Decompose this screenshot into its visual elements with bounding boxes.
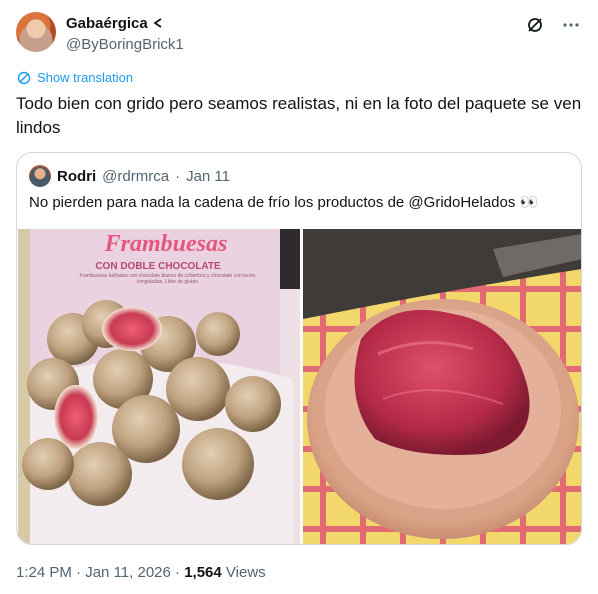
tweet-footer: 1:24 PM · Jan 11, 2026 · 1,564 Views xyxy=(16,564,266,581)
quoted-author-avatar[interactable] xyxy=(29,165,51,187)
author-avatar[interactable] xyxy=(16,12,56,52)
package-description: Frambuesas bañadas con chocolate blanco … xyxy=(79,273,257,285)
package-title: Frambuesas xyxy=(104,231,228,257)
author-handle[interactable]: @ByBoringBrick1 xyxy=(66,35,184,54)
tweet-date[interactable]: Jan 11, 2026 xyxy=(85,564,171,581)
tweet-text: Todo bien con grido pero seamos realista… xyxy=(16,94,582,137)
package-subtitle: CON DOBLE CHOCOLATE xyxy=(95,261,221,272)
quoted-tweet[interactable]: Rodri @rdrmrca · Jan 11 No pierden para … xyxy=(16,152,582,545)
author-display-name[interactable]: Gabaérgica xyxy=(66,14,184,33)
melted-product-photo[interactable] xyxy=(303,229,581,544)
quoted-tweet-header: Rodri @rdrmrca · Jan 11 xyxy=(29,165,230,187)
footer-sep-2: · xyxy=(175,564,181,581)
package-photo[interactable]: Frambuesas CON DOBLE CHOCOLATE Frambuesa… xyxy=(18,229,300,544)
show-translation-label: Show translation xyxy=(37,70,134,85)
views-count: 1,564 xyxy=(184,564,222,581)
quoted-author-handle[interactable]: @rdrmrca xyxy=(102,168,169,185)
signal-icon xyxy=(153,18,162,28)
footer-sep: · xyxy=(76,564,82,581)
quoted-tweet-date[interactable]: Jan 11 xyxy=(186,168,230,185)
quoted-tweet-text: No pierden para nada la cadena de frío l… xyxy=(29,194,539,211)
views-label: Views xyxy=(225,564,266,581)
show-translation-link[interactable]: Show translation xyxy=(17,70,133,85)
translate-globe-icon xyxy=(17,71,31,84)
meta-separator: · xyxy=(175,167,181,185)
author-info: Gabaérgica @ByBoringBrick1 xyxy=(66,14,184,54)
tweet-time[interactable]: 1:24 PM xyxy=(16,564,72,581)
more-icon[interactable] xyxy=(560,14,582,36)
tweet-actions-top xyxy=(524,14,582,36)
quoted-author-name[interactable]: Rodri xyxy=(57,168,96,185)
grok-icon[interactable] xyxy=(524,14,546,36)
